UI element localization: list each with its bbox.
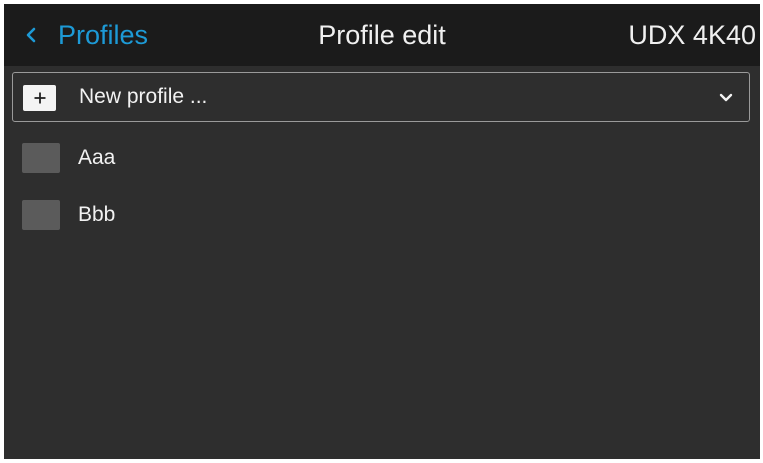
back-label: Profiles	[58, 19, 149, 50]
profile-color-swatch	[22, 143, 60, 173]
header-bar: Profiles Profile edit UDX 4K40	[4, 4, 760, 66]
profile-label: Bbb	[78, 203, 116, 226]
profile-edit-screen: Profiles Profile edit UDX 4K40 New profi…	[4, 4, 760, 459]
plus-icon	[23, 85, 56, 111]
chevron-down-icon[interactable]	[717, 89, 735, 107]
new-profile-label: New profile ...	[79, 85, 208, 108]
chevron-left-icon	[24, 24, 46, 46]
profile-label: Aaa	[78, 146, 116, 169]
device-name: UDX 4K40	[628, 19, 756, 50]
profile-color-swatch	[22, 200, 60, 230]
profile-item-bbb[interactable]: Bbb	[12, 192, 750, 238]
profile-item-aaa[interactable]: Aaa	[12, 135, 750, 181]
new-profile-dropdown[interactable]: New profile ...	[12, 72, 750, 122]
back-button[interactable]: Profiles	[24, 4, 148, 66]
